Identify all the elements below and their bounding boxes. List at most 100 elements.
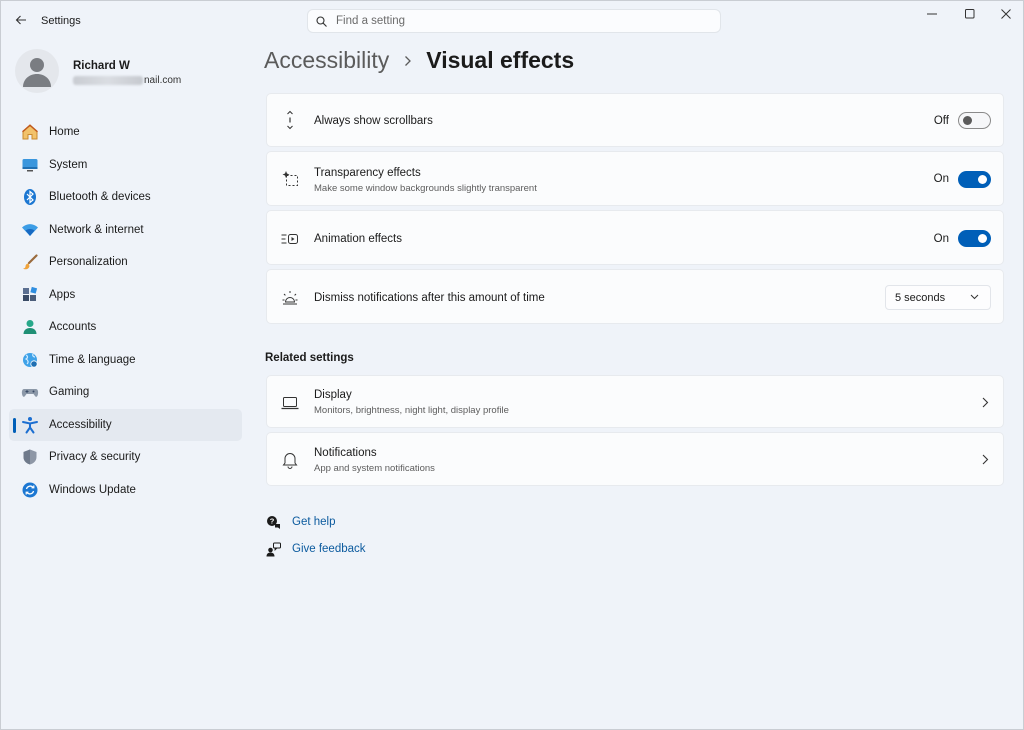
sidebar-item-accounts[interactable]: Accounts: [9, 311, 242, 344]
related-item-subtitle: App and system notifications: [314, 463, 435, 474]
accounts-icon: [21, 318, 39, 336]
breadcrumb-parent-link[interactable]: Accessibility: [264, 47, 389, 74]
sidebar-item-label: Apps: [49, 288, 76, 301]
sidebar-item-system[interactable]: System: [9, 149, 242, 182]
avatar: [15, 49, 59, 93]
close-icon: [1001, 9, 1011, 19]
sidebar-item-time-language[interactable]: Time & language: [9, 344, 242, 377]
sidebar-item-label: System: [49, 158, 88, 171]
give-feedback-label: Give feedback: [292, 543, 366, 555]
sidebar-item-bluetooth[interactable]: Bluetooth & devices: [9, 181, 242, 214]
sidebar-item-windows-update[interactable]: Windows Update: [9, 474, 242, 507]
related-item-display[interactable]: Display Monitors, brightness, night ligh…: [266, 375, 1004, 428]
globe-icon: [21, 351, 39, 369]
sidebar-item-label: Time & language: [49, 353, 136, 366]
sidebar-item-personalization[interactable]: Personalization: [9, 246, 242, 279]
setting-subtitle: Make some window backgrounds slightly tr…: [314, 183, 537, 194]
bluetooth-icon: [21, 188, 39, 206]
sidebar-item-label: Privacy & security: [49, 451, 141, 464]
sidebar-item-label: Home: [49, 126, 80, 139]
gamepad-icon: [21, 383, 39, 401]
app-title: Settings: [41, 15, 81, 27]
transparency-toggle[interactable]: [958, 171, 991, 188]
brightness-sun-icon: [280, 288, 300, 308]
sidebar-item-home[interactable]: Home: [9, 116, 242, 149]
help-chat-icon: ?: [265, 514, 281, 530]
related-item-subtitle: Monitors, brightness, night light, displ…: [314, 405, 509, 416]
accessibility-icon: [21, 416, 39, 434]
sidebar-item-label: Network & internet: [49, 223, 144, 236]
search-icon: [316, 15, 327, 27]
bell-icon: [280, 450, 300, 470]
breadcrumb: Accessibility Visual effects: [264, 47, 574, 74]
setting-card-transparency: Transparency effects Make some window ba…: [266, 151, 1004, 206]
search-box[interactable]: [307, 9, 721, 33]
related-settings-heading: Related settings: [265, 352, 354, 364]
wifi-icon: [21, 221, 39, 239]
setting-card-scrollbars: Always show scrollbars Off: [266, 93, 1004, 147]
toggle-knob: [978, 234, 987, 243]
toggle-state-label: On: [933, 233, 949, 245]
svg-text:?: ?: [269, 516, 274, 525]
sidebar-item-label: Personalization: [49, 256, 128, 269]
update-icon: [21, 481, 39, 499]
user-avatar-icon: [23, 58, 51, 87]
related-item-notifications[interactable]: Notifications App and system notificatio…: [266, 432, 1004, 486]
setting-title: Transparency effects: [314, 167, 421, 179]
profile-name: Richard W: [73, 60, 130, 72]
close-button[interactable]: [987, 1, 1024, 27]
chevron-right-icon: [404, 55, 412, 67]
home-icon: [21, 123, 39, 141]
laptop-icon: [280, 393, 300, 413]
settings-window: Settings Richard W nail.com: [0, 0, 1024, 730]
sidebar-item-label: Accounts: [49, 321, 97, 334]
dropdown-selected-value: 5 seconds: [895, 291, 946, 304]
sidebar-item-network[interactable]: Network & internet: [9, 214, 242, 247]
scrollbars-toggle[interactable]: [958, 112, 991, 129]
scrollbar-icon: [280, 110, 300, 130]
setting-title: Always show scrollbars: [314, 115, 433, 127]
sidebar-item-apps[interactable]: Apps: [9, 279, 242, 312]
maximize-icon: [965, 9, 975, 19]
sidebar-item-accessibility[interactable]: Accessibility: [9, 408, 242, 441]
related-item-title: Notifications: [314, 447, 377, 459]
toggle-state-label: Off: [933, 115, 949, 127]
get-help-label: Get help: [292, 516, 336, 528]
setting-title: Animation effects: [314, 233, 403, 245]
brush-icon: [21, 253, 39, 271]
maximize-button[interactable]: [951, 1, 989, 27]
user-profile[interactable]: Richard W nail.com: [15, 49, 245, 95]
animation-icon: [280, 229, 300, 249]
system-icon: [21, 156, 39, 174]
title-bar: Settings: [1, 1, 1024, 41]
shield-icon: [21, 448, 39, 466]
notification-timeout-dropdown[interactable]: 5 seconds: [885, 285, 991, 310]
sidebar-item-label: Windows Update: [49, 483, 136, 496]
sidebar-item-gaming[interactable]: Gaming: [9, 376, 242, 409]
sidebar-item-label: Gaming: [49, 386, 90, 399]
toggle-knob: [963, 116, 972, 125]
setting-card-notification-timeout: Dismiss notifications after this amount …: [266, 269, 1004, 324]
setting-title: Dismiss notifications after this amount …: [314, 292, 545, 304]
minimize-icon: [927, 13, 937, 15]
back-button[interactable]: [9, 9, 33, 31]
transparency-icon: [280, 169, 300, 189]
page-title: Visual effects: [426, 47, 575, 73]
search-input[interactable]: [336, 15, 696, 27]
sidebar-item-label: Bluetooth & devices: [49, 191, 151, 204]
minimize-button[interactable]: [913, 1, 951, 27]
toggle-state-label: On: [933, 173, 949, 185]
sidebar-item-label: Accessibility: [49, 418, 112, 431]
back-arrow-icon: [15, 15, 26, 25]
toggle-knob: [978, 175, 987, 184]
email-redaction: [73, 75, 143, 85]
animation-toggle[interactable]: [958, 230, 991, 247]
setting-card-animation: Animation effects On: [266, 210, 1004, 265]
sidebar-item-privacy-security[interactable]: Privacy & security: [9, 441, 242, 474]
feedback-icon: [265, 541, 281, 557]
profile-email: nail.com: [73, 75, 181, 86]
apps-icon: [21, 286, 39, 304]
give-feedback-link[interactable]: Give feedback: [265, 541, 366, 557]
email-suffix: nail.com: [144, 75, 182, 86]
get-help-link[interactable]: ? Get help: [265, 514, 335, 530]
